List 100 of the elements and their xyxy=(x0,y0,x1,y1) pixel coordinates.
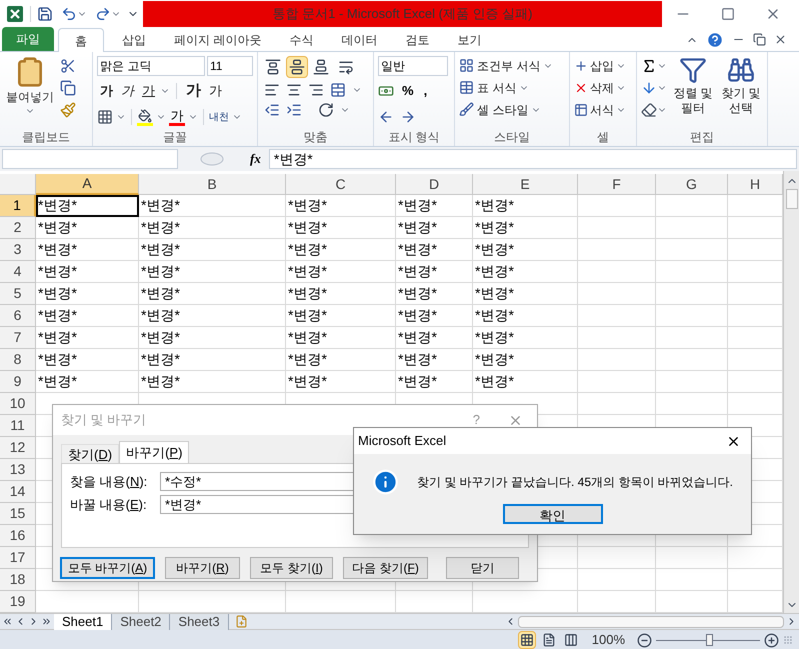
border-icon[interactable] xyxy=(97,109,113,125)
row-header[interactable]: 4 xyxy=(0,261,36,283)
paste-button[interactable]: 붙여넣기 xyxy=(6,88,54,106)
row-header[interactable]: 12 xyxy=(0,437,36,459)
redo-icon[interactable] xyxy=(95,6,111,22)
insert-function-button[interactable]: fx xyxy=(246,149,265,169)
dialog-button[interactable]: 모두 바꾸기(A) xyxy=(60,557,155,579)
grow-button[interactable]: 가 xyxy=(183,80,204,102)
file-tab[interactable]: 파일 xyxy=(2,27,54,51)
editing-menu-button[interactable]: 찾기 및 선택 xyxy=(719,86,763,116)
sheet-tab[interactable]: Sheet1 xyxy=(54,614,112,630)
format-icon[interactable] xyxy=(574,102,588,116)
style-icon[interactable] xyxy=(459,80,474,95)
row-header[interactable]: 18 xyxy=(0,569,36,591)
close-icon[interactable] xyxy=(774,33,787,46)
bold-button[interactable]: 가 xyxy=(97,81,116,101)
row-header[interactable]: 1 xyxy=(0,195,36,217)
sheet-tab[interactable]: Sheet3 xyxy=(170,614,229,630)
cut-icon[interactable] xyxy=(60,58,76,74)
view-icon[interactable] xyxy=(518,631,536,649)
ribbon-tab[interactable]: 검토 xyxy=(391,28,444,51)
formula-field[interactable]: *변경* xyxy=(268,149,797,169)
indent-increase-icon[interactable] xyxy=(286,102,302,118)
column-header[interactable]: E xyxy=(473,174,578,195)
dialog-tab[interactable]: 바꾸기(P) xyxy=(119,441,190,463)
row-header[interactable]: 13 xyxy=(0,459,36,481)
slider-thumb[interactable] xyxy=(706,634,714,646)
merge-cells-icon[interactable] xyxy=(330,82,346,98)
row-header[interactable]: 14 xyxy=(0,481,36,503)
row-header[interactable]: 17 xyxy=(0,547,36,569)
format-painter-icon[interactable] xyxy=(60,102,76,118)
number-style-button[interactable]: , xyxy=(422,81,430,101)
zoom-out-icon[interactable] xyxy=(637,632,652,648)
copy-icon[interactable] xyxy=(60,80,76,96)
shrink-button[interactable]: 가 xyxy=(206,81,225,101)
font-size-field[interactable]: 11 xyxy=(207,56,253,76)
wrap-text-icon[interactable] xyxy=(338,59,354,75)
horizontal-scroll-thumb[interactable] xyxy=(518,616,784,628)
restore-icon[interactable] xyxy=(753,33,766,46)
underline-button[interactable]: 가 xyxy=(139,81,158,101)
align-right-icon[interactable] xyxy=(308,82,324,98)
save-icon[interactable] xyxy=(37,6,53,22)
ribbon-tab[interactable]: 보기 xyxy=(443,28,496,51)
sheet-tab[interactable]: Sheet2 xyxy=(112,614,170,630)
first-sheet-icon[interactable] xyxy=(2,616,13,627)
help-icon[interactable] xyxy=(706,30,724,48)
dialog-tab[interactable]: 찾기(D) xyxy=(61,444,120,463)
font-color-button[interactable]: 가 xyxy=(169,108,185,126)
scroll-thumb[interactable] xyxy=(786,189,798,209)
column-header[interactable]: D xyxy=(396,174,473,195)
style-menu-button[interactable]: 조건부 서식 xyxy=(477,56,540,74)
column-header[interactable]: A xyxy=(36,174,139,195)
column-header[interactable]: H xyxy=(728,174,783,195)
style-menu-button[interactable]: 표 서식 xyxy=(477,78,516,96)
ribbon-tab[interactable]: 페이지 레이아웃 xyxy=(160,28,276,51)
style-icon[interactable] xyxy=(459,58,474,73)
resize-grip-icon[interactable] xyxy=(783,635,793,645)
column-header[interactable]: F xyxy=(578,174,656,195)
row-header[interactable]: 16 xyxy=(0,525,36,547)
spreadsheet-icon[interactable] xyxy=(6,5,24,23)
cells-menu-button[interactable]: 삽입 xyxy=(590,56,614,74)
ribbon-tab[interactable]: 홈 xyxy=(58,28,104,52)
dialog-button[interactable]: 바꾸기(R) xyxy=(165,557,240,579)
row-header[interactable]: 9 xyxy=(0,371,36,393)
number-style-button[interactable]: % xyxy=(400,81,416,101)
zoom-slider[interactable] xyxy=(656,633,760,647)
decrease-decimal-icon[interactable] xyxy=(400,109,416,125)
editing-menu-button[interactable]: 정렬 및 필터 xyxy=(671,86,715,116)
row-header[interactable]: 6 xyxy=(0,305,36,327)
maximize-icon[interactable] xyxy=(721,7,735,21)
increase-decimal-icon[interactable] xyxy=(378,109,394,125)
row-header[interactable]: 11 xyxy=(0,415,36,437)
cells-menu-button[interactable]: 서식 xyxy=(590,100,614,118)
last-sheet-icon[interactable] xyxy=(41,616,52,627)
dialog-button[interactable]: 다음 찾기(F) xyxy=(343,557,428,579)
undo-icon[interactable] xyxy=(61,6,77,22)
filter-icon[interactable] xyxy=(679,56,707,84)
row-header[interactable]: 15 xyxy=(0,503,36,525)
row-header[interactable]: 2 xyxy=(0,217,36,239)
style-icon[interactable] xyxy=(459,102,474,117)
dialog-button[interactable]: 닫기 xyxy=(446,557,519,579)
binoculars-icon[interactable] xyxy=(727,56,755,84)
eraser-icon[interactable] xyxy=(641,102,657,118)
ribbon-tab[interactable]: 삽입 xyxy=(108,28,160,51)
insert-icon[interactable] xyxy=(574,58,588,72)
row-header[interactable]: 8 xyxy=(0,349,36,371)
ribbon-tab[interactable]: 데이터 xyxy=(327,28,392,51)
column-header[interactable]: B xyxy=(139,174,286,195)
align-center-icon[interactable] xyxy=(286,82,302,98)
row-header[interactable]: 19 xyxy=(0,591,36,613)
style-menu-button[interactable]: 셀 스타일 xyxy=(477,100,528,118)
number-format-field[interactable]: 일반 xyxy=(378,56,448,76)
row-header[interactable]: 5 xyxy=(0,283,36,305)
italic-button[interactable]: 가 xyxy=(118,81,137,101)
zoom-in-icon[interactable] xyxy=(764,632,779,648)
font-name-field[interactable]: 맑은 고딕 xyxy=(97,56,205,76)
ribbon-tab[interactable]: 수식 xyxy=(275,28,328,51)
row-header[interactable]: 3 xyxy=(0,239,36,261)
column-header[interactable]: C xyxy=(286,174,396,195)
indent-decrease-icon[interactable] xyxy=(264,102,280,118)
